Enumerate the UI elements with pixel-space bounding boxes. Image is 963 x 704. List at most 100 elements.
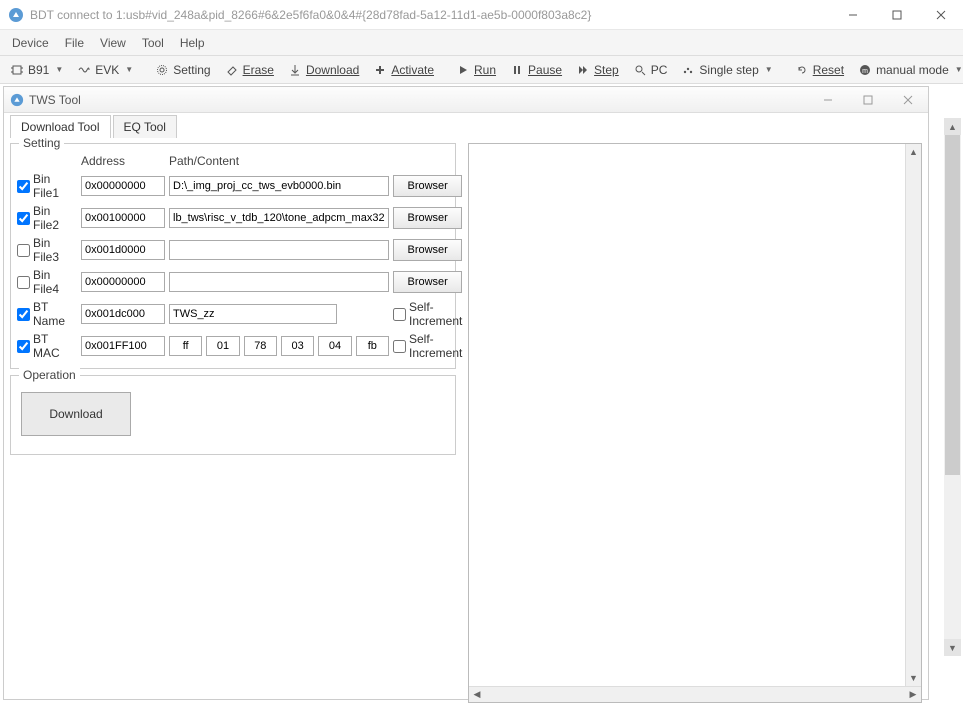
binfile4-addr[interactable]: [81, 272, 165, 292]
tab-download-tool[interactable]: Download Tool: [10, 115, 111, 138]
btmac-check[interactable]: [17, 340, 30, 353]
menu-file[interactable]: File: [57, 32, 92, 54]
binfile2-addr[interactable]: [81, 208, 165, 228]
btmac-m2[interactable]: [244, 336, 277, 356]
chevron-down-icon: ▼: [955, 65, 963, 74]
chevron-down-icon: ▼: [55, 65, 63, 74]
toolbar: B91▼ EVK▼ Setting Erase Download Activat…: [0, 56, 963, 84]
binfile3-check[interactable]: [17, 244, 30, 257]
sub-maximize-button[interactable]: [848, 87, 888, 113]
manual-mode-button[interactable]: mmanual mode▼: [852, 61, 963, 79]
search-icon: [633, 63, 647, 77]
menu-bar: Device File View Tool Help: [0, 30, 963, 56]
btname-check[interactable]: [17, 308, 30, 321]
btname-addr[interactable]: [81, 304, 165, 324]
chip-selector[interactable]: B91▼: [4, 61, 69, 79]
activate-button[interactable]: Activate: [367, 61, 440, 79]
scroll-left-icon[interactable]: ◀: [469, 687, 485, 702]
step-button[interactable]: Step: [570, 61, 625, 79]
chevron-down-icon: ▼: [125, 65, 133, 74]
pause-button[interactable]: Pause: [504, 61, 568, 79]
download-icon: [288, 63, 302, 77]
log-vscrollbar[interactable]: ▲ ▼: [905, 144, 921, 686]
btmac-m5[interactable]: [356, 336, 389, 356]
scroll-thumb[interactable]: [945, 135, 960, 475]
board-selector[interactable]: EVK▼: [71, 61, 139, 79]
eraser-icon: [225, 63, 239, 77]
download-action-button[interactable]: Download: [21, 392, 131, 436]
sub-app-icon: [10, 93, 24, 107]
btmac-m1[interactable]: [206, 336, 239, 356]
minimize-button[interactable]: [831, 0, 875, 30]
hdr-address: Address: [81, 154, 165, 168]
close-button[interactable]: [919, 0, 963, 30]
mode-icon: m: [858, 63, 872, 77]
binfile2-check[interactable]: [17, 212, 30, 225]
binfile3-addr[interactable]: [81, 240, 165, 260]
run-button[interactable]: Run: [450, 61, 502, 79]
chip-icon: [10, 63, 24, 77]
binfile4-browser[interactable]: Browser: [393, 271, 462, 293]
tabs: Download Tool EQ Tool: [4, 113, 928, 137]
main-title: BDT connect to 1:usb#vid_248a&pid_8266#6…: [30, 8, 831, 22]
scroll-up-icon[interactable]: ▲: [944, 118, 961, 135]
outer-vscrollbar[interactable]: ▲ ▼: [944, 118, 961, 656]
step-icon: [576, 63, 590, 77]
footsteps-icon: [681, 63, 695, 77]
maximize-button[interactable]: [875, 0, 919, 30]
log-hscrollbar[interactable]: ◀ ▶: [469, 686, 921, 702]
binfile3-browser[interactable]: Browser: [393, 239, 462, 261]
pc-button[interactable]: PC: [627, 61, 674, 79]
play-icon: [456, 63, 470, 77]
menu-view[interactable]: View: [92, 32, 134, 54]
download-button[interactable]: Download: [282, 61, 365, 79]
btmac-selfinc-check[interactable]: [393, 340, 406, 353]
setting-group: Setting Address Path/Content Bin File1 B…: [10, 143, 456, 369]
setting-legend: Setting: [19, 136, 64, 150]
sub-titlebar: TWS Tool: [4, 87, 928, 113]
sub-title: TWS Tool: [29, 93, 808, 107]
binfile1-check[interactable]: [17, 180, 30, 193]
btmac-m0[interactable]: [169, 336, 202, 356]
setting-button[interactable]: Setting: [149, 61, 216, 79]
tab-eq-tool[interactable]: EQ Tool: [113, 115, 177, 138]
binfile4-check[interactable]: [17, 276, 30, 289]
wave-icon: [77, 63, 91, 77]
scroll-up-icon[interactable]: ▲: [906, 144, 921, 160]
btname-selfinc-check[interactable]: [393, 308, 406, 321]
main-titlebar: BDT connect to 1:usb#vid_248a&pid_8266#6…: [0, 0, 963, 30]
binfile1-path[interactable]: [169, 176, 389, 196]
erase-button[interactable]: Erase: [219, 61, 280, 79]
binfile3-path[interactable]: [169, 240, 389, 260]
operation-group: Operation Download: [10, 375, 456, 455]
menu-help[interactable]: Help: [172, 32, 213, 54]
scroll-down-icon[interactable]: ▼: [944, 639, 961, 656]
btmac-m3[interactable]: [281, 336, 314, 356]
reset-icon: [795, 63, 809, 77]
operation-legend: Operation: [19, 368, 80, 382]
singlestep-button[interactable]: Single step▼: [675, 61, 778, 79]
scroll-down-icon[interactable]: ▼: [906, 670, 921, 686]
binfile4-path[interactable]: [169, 272, 389, 292]
menu-device[interactable]: Device: [4, 32, 57, 54]
reset-button[interactable]: Reset: [789, 61, 850, 79]
scroll-right-icon[interactable]: ▶: [905, 687, 921, 702]
app-icon: [8, 7, 24, 23]
svg-text:m: m: [862, 68, 868, 75]
binfile1-addr[interactable]: [81, 176, 165, 196]
binfile2-browser[interactable]: Browser: [393, 207, 462, 229]
hdr-path: Path/Content: [169, 154, 389, 168]
btmac-addr[interactable]: [81, 336, 165, 356]
sub-close-button[interactable]: [888, 87, 928, 113]
chevron-down-icon: ▼: [765, 65, 773, 74]
plus-icon: [373, 63, 387, 77]
pause-icon: [510, 63, 524, 77]
btmac-m4[interactable]: [318, 336, 351, 356]
menu-tool[interactable]: Tool: [134, 32, 172, 54]
tws-tool-window: TWS Tool Download Tool EQ Tool Setting A…: [3, 86, 929, 700]
btname-value[interactable]: [169, 304, 337, 324]
log-pane: ▲ ▼ ◀ ▶: [468, 143, 922, 703]
sub-minimize-button[interactable]: [808, 87, 848, 113]
binfile2-path[interactable]: [169, 208, 389, 228]
binfile1-browser[interactable]: Browser: [393, 175, 462, 197]
